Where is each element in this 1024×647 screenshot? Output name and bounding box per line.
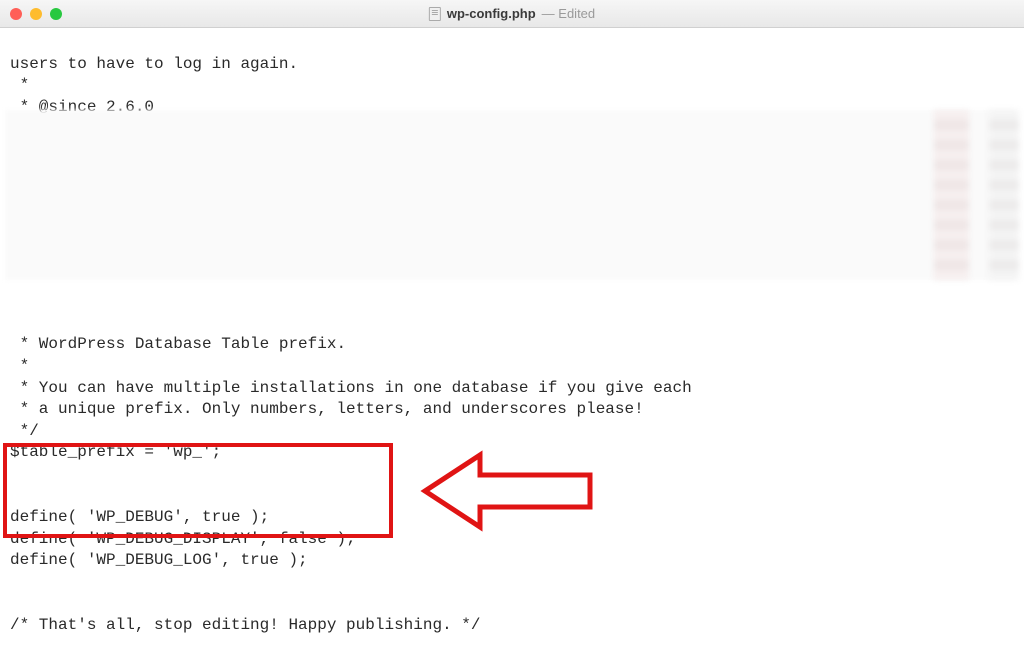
filename-label: wp-config.php (447, 6, 536, 21)
code-line: users to have to log in again. (10, 55, 298, 73)
document-icon (429, 7, 441, 21)
code-line: * (10, 76, 29, 94)
code-line: */ (10, 422, 39, 440)
window-title: wp-config.php — Edited (429, 6, 595, 21)
highlight-box-annotation (3, 443, 393, 538)
redacted-region (989, 110, 1019, 280)
redacted-region (5, 110, 1014, 280)
arrow-annotation (420, 447, 595, 535)
code-line: * (10, 357, 29, 375)
window-titlebar: wp-config.php — Edited (0, 0, 1024, 28)
minimize-button[interactable] (30, 8, 42, 20)
traffic-lights (10, 8, 62, 20)
edited-indicator: — Edited (542, 6, 595, 21)
code-line: * a unique prefix. Only numbers, letters… (10, 400, 644, 418)
code-line: /* That's all, stop editing! Happy publi… (10, 616, 480, 634)
code-line: define( 'WP_DEBUG_LOG', true ); (10, 551, 308, 569)
zoom-button[interactable] (50, 8, 62, 20)
redacted-region (934, 110, 969, 280)
code-line: * You can have multiple installations in… (10, 379, 692, 397)
close-button[interactable] (10, 8, 22, 20)
code-line: * WordPress Database Table prefix. (10, 335, 346, 353)
